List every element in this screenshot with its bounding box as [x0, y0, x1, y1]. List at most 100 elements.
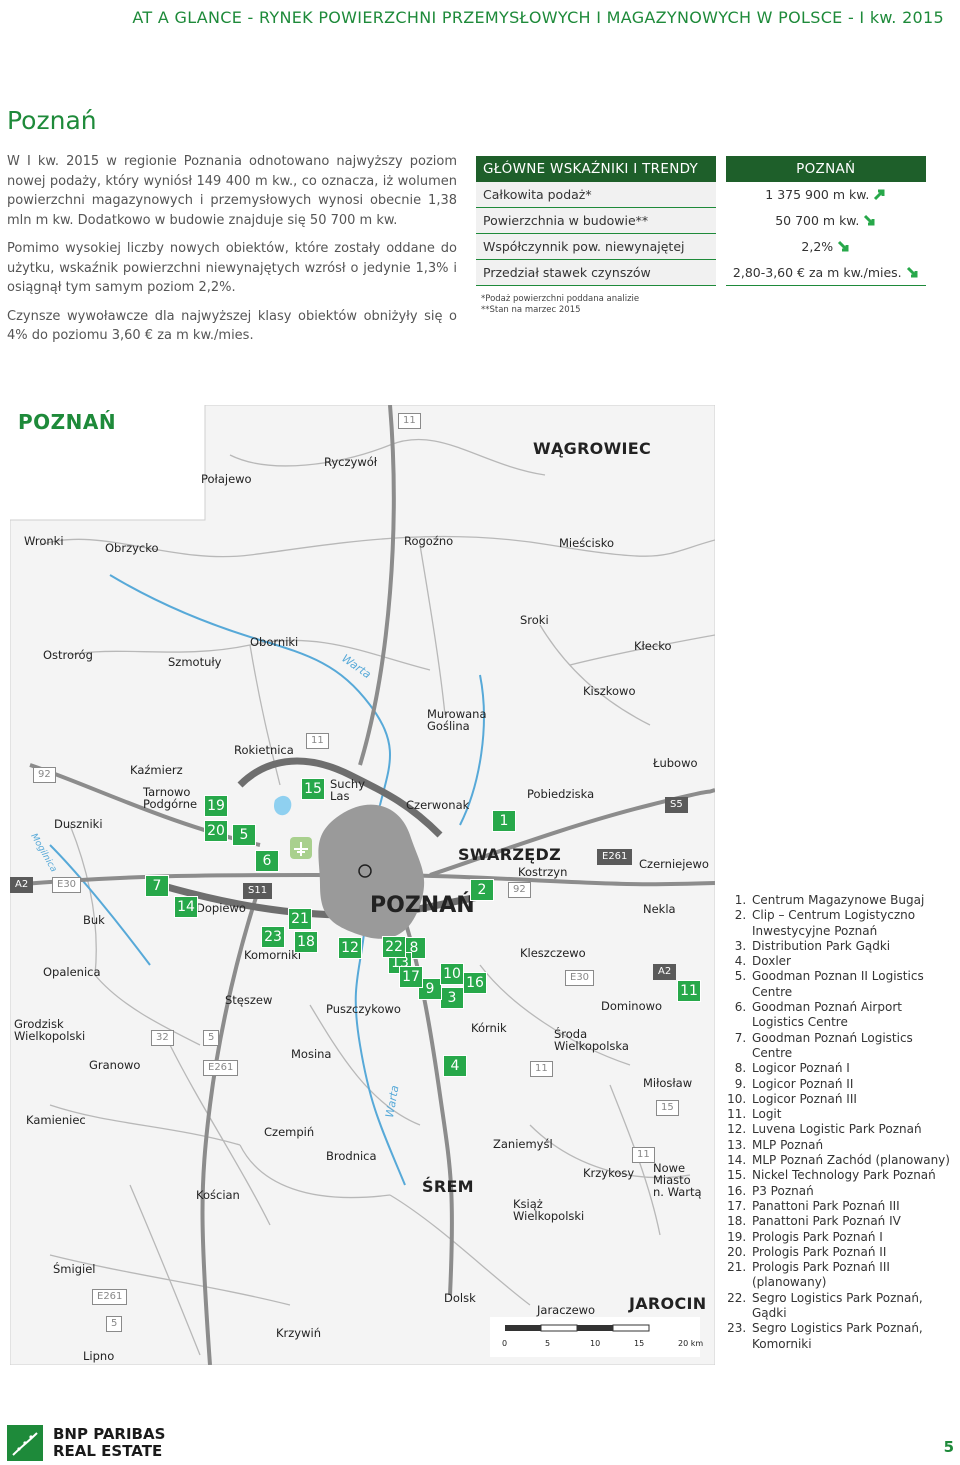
town-label: Stęszew [225, 993, 273, 1007]
town-label: ŚREM [422, 1177, 474, 1196]
town-label: Środa Wielkopolska [554, 1027, 629, 1053]
kpi-note-2: **Stan na marzec 2015 [481, 305, 581, 315]
town-label: JAROCIN [629, 1294, 707, 1313]
location-marker: 22 [382, 936, 406, 958]
town-label: Dolsk [444, 1291, 476, 1305]
town-label: Połajewo [201, 472, 252, 486]
location-marker: 18 [294, 931, 318, 953]
trend-up-icon [874, 189, 885, 201]
scale-label: 0 [502, 1339, 508, 1348]
road-shield: S5 [665, 797, 688, 813]
town-label: Krzywiń [276, 1326, 322, 1340]
town-label: Rogoźno [404, 534, 454, 548]
town-label: Opalenica [43, 965, 101, 979]
scale-label: 15 [634, 1339, 645, 1348]
town-label: Jaraczewo [537, 1303, 596, 1317]
legend-item: Clip – Centrum Logistyczno Inwestycyjne … [750, 908, 953, 939]
town-label: Oborniki [250, 635, 299, 649]
legend-item: Prologis Park Poznań II [750, 1245, 953, 1260]
intro-paragraph-1: W I kw. 2015 w regionie Poznania odnotow… [7, 154, 457, 228]
town-label: Krzykosy [583, 1166, 635, 1180]
location-marker: 15 [301, 778, 325, 800]
kpi-header-left: GŁÓWNE WSKAŹNIKI I TRENDY [476, 156, 721, 182]
location-marker: 21 [288, 908, 312, 930]
kpi-value-cell: 50 700 m kw. [715, 207, 926, 234]
kpi-note-1: *Podaż powierzchni poddana analizie [481, 294, 640, 304]
road-shield: E30 [52, 877, 82, 893]
legend-item: Segro Logistics Park Poznań, Komorniki [750, 1321, 953, 1352]
legend-item: Centrum Magazynowe Bugaj [750, 893, 953, 908]
legend-list: Centrum Magazynowe BugajClip – Centrum L… [728, 893, 953, 1352]
location-marker: 11 [677, 980, 701, 1002]
road-shield: 15 [656, 1100, 679, 1116]
town-label: Kostrzyn [518, 865, 568, 879]
road-shield: 92 [33, 767, 56, 783]
location-marker: 17 [399, 966, 423, 988]
legend-item: Nickel Technology Park Poznań [750, 1168, 953, 1183]
town-label: Książ Wielkopolski [513, 1197, 585, 1223]
town-label: Kaźmierz [130, 763, 183, 777]
road-shield: 92 [508, 882, 531, 898]
scale-label: 5 [545, 1339, 551, 1348]
town-label: Miłosław [643, 1076, 693, 1090]
town-label: SWARZĘDZ [458, 845, 561, 864]
town-label: Kłecko [634, 639, 672, 653]
scale-label: 10 [590, 1339, 601, 1348]
kpi-value: 2,2% [801, 239, 834, 254]
location-marker: 5 [232, 824, 256, 846]
town-label: Ryczywół [324, 455, 378, 469]
road-shield: A2 [653, 964, 677, 980]
road-shield: 11 [530, 1061, 553, 1077]
town-label: Tarnowo Podgórne [143, 785, 198, 811]
town-label: Kiszkowo [583, 684, 636, 698]
town-label: Nowe Miasto n. Wartą [653, 1161, 702, 1199]
road-shield: 32 [151, 1030, 174, 1046]
town-label: Puszczykowo [326, 1002, 401, 1016]
logo-mark-icon [7, 1425, 43, 1461]
kpi-table-block: GŁÓWNE WSKAŹNIKI I TRENDY POZNAŃ Całkowi… [476, 156, 926, 316]
town-label: Murowana Goślina [427, 707, 487, 733]
scale-bar-bg [490, 1317, 700, 1357]
road-shield: E261 [203, 1060, 239, 1076]
trend-down-icon [906, 266, 918, 278]
intro-text: W I kw. 2015 w regionie Poznania odnotow… [7, 152, 457, 355]
town-label: Komorniki [244, 948, 302, 962]
town-label: Wronki [24, 534, 64, 548]
legend-item: Segro Logistics Park Poznań, Gądki [750, 1291, 953, 1322]
kpi-value: 50 700 m kw. [775, 213, 860, 228]
town-label: Kleszczewo [520, 946, 586, 960]
logo-text: BNP PARIBAS REAL ESTATE [53, 1426, 165, 1460]
road-shield: E261 [92, 1289, 128, 1305]
town-label: Mieścisko [559, 536, 614, 550]
road-shield: A2 [10, 877, 34, 893]
map-legend: Centrum Magazynowe BugajClip – Centrum L… [728, 893, 953, 1352]
town-label: Sroki [520, 613, 549, 627]
location-marker: 16 [463, 972, 487, 994]
town-label: WĄGROWIEC [533, 439, 652, 458]
location-marker: 6 [255, 850, 279, 872]
bnp-paribas-logo: BNP PARIBAS REAL ESTATE [7, 1425, 207, 1461]
kpi-value: 2,80-3,60 € za m kw./mies. [732, 265, 902, 280]
town-label: Kamieniec [26, 1113, 86, 1127]
town-label: Łubowo [653, 756, 698, 770]
logo-line-2: REAL ESTATE [53, 1442, 163, 1460]
town-label: Grodzisk Wielkopolski [14, 1017, 86, 1043]
logo-line-1: BNP PARIBAS [53, 1425, 166, 1443]
road-shield: 11 [398, 413, 421, 429]
kpi-row: Całkowita podaż* 1 375 900 m kw. [476, 182, 926, 208]
kpi-value-cell: 2,80-3,60 € za m kw./mies. [715, 259, 926, 286]
header-title: AT A GLANCE - RYNEK POWIERZCHNI PRZEMYSŁ… [132, 8, 944, 27]
town-label: Granowo [89, 1058, 141, 1072]
scale-label: 20 km [678, 1339, 704, 1348]
road-shield: S11 [243, 883, 273, 899]
town-label: Śmigiel [53, 1262, 96, 1276]
town-label: Suchy Las [330, 777, 366, 803]
kpi-label: Przedział stawek czynszów [476, 259, 721, 286]
location-marker: 19 [204, 795, 228, 817]
legend-item: Luvena Logistic Park Poznań [750, 1122, 953, 1137]
road-shield: 11 [306, 733, 329, 749]
kpi-row: Przedział stawek czynszów 2,80-3,60 € za… [476, 259, 926, 286]
scale-bar [505, 1324, 650, 1332]
page-number: 5 [943, 1438, 954, 1456]
road-shield: 5 [106, 1316, 123, 1332]
